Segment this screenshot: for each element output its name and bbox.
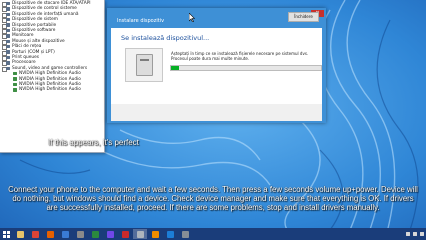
taskbar-app-button[interactable] [28,229,42,239]
device-tree-item[interactable]: NVIDIA High Definition Audio [13,87,81,92]
taskbar-apps [12,229,192,239]
caption-short: If this appears, it's perfect [48,138,139,147]
close-dialog-button[interactable]: Închidere [288,12,319,22]
mouse-icon [6,39,10,44]
device-tree-item[interactable]: Porturi (COM și LPT) [6,50,55,55]
chrome-icon [31,230,39,238]
desktop: Dispozitive de stocare IDE ATA/ATAPI Disp… [0,0,426,240]
app-icon [106,230,114,238]
device-tree-item[interactable]: Dispozitive de control sisteme [6,6,77,11]
progress-fill [171,66,179,70]
app-icon [91,230,99,238]
flag-icon[interactable] [420,232,424,236]
taskbar-app-button[interactable] [88,229,102,239]
system-icon [6,17,10,22]
device-manager-icon [136,230,144,238]
taskbar-app-button[interactable] [73,229,87,239]
start-button[interactable] [0,228,12,240]
dialog-heading: Se instalează dispozitivul... [121,34,210,42]
hid-icon [6,12,10,17]
app-icon [76,230,84,238]
media-icon [61,230,69,238]
volume-icon[interactable] [413,232,417,236]
mouse-cursor-icon [189,13,195,22]
device-tree-label: Dispozitive de control sisteme [12,6,77,12]
taskbar-app-button[interactable] [43,229,57,239]
device-manager-window: Dispozitive de stocare IDE ATA/ATAPI Disp… [0,0,105,153]
port-icon [6,50,10,54]
printer-device-icon [125,48,163,82]
install-progress-bar [170,65,322,71]
device-tree-label: Dispozitive de sistem [12,17,58,23]
device-tree-label: Dispozitive portabile [12,22,57,28]
taskbar-app-button[interactable] [58,229,72,239]
taskbar [0,228,426,240]
app-icon [166,230,174,238]
device-tree-item[interactable]: Dispozitive de sistem [6,17,58,22]
audio-device-icon [13,77,17,81]
cpu-icon [6,61,10,65]
system-tray [406,228,424,240]
monitor-icon [6,34,10,38]
app-icon [151,230,159,238]
device-tree-item[interactable]: Monitoare [6,33,34,38]
taskbar-app-button[interactable] [148,229,162,239]
device-tree-item[interactable]: NVIDIA High Definition Audio [13,71,81,76]
device-tree-label: NVIDIA High Definition Audio [19,71,81,77]
software-icon [6,28,10,33]
device-tree-item[interactable]: Dispozitive portabile [6,23,56,28]
windows-logo-icon [2,230,10,238]
device-tree-item[interactable]: Plăci de rețea [6,44,41,49]
audio-device-icon [13,88,17,92]
network-icon[interactable] [406,232,410,236]
taskbar-app-button[interactable] [133,229,147,239]
storage-icon [6,1,10,6]
sound-icon [6,66,10,71]
controller-icon [6,7,10,11]
audio-device-icon [13,82,17,87]
dialog-footer [111,104,322,121]
device-tree-label: NVIDIA High Definition Audio [19,76,81,82]
device-tree-item[interactable]: Procesoare [6,60,36,65]
caption-instructions: Connect your phone to the computer and w… [8,185,418,213]
taskbar-app-button[interactable] [118,229,132,239]
app-icon [181,230,189,238]
taskbar-app-button[interactable] [163,229,177,239]
network-icon [6,44,10,49]
explorer-icon [16,230,24,238]
taskbar-app-button[interactable] [103,229,117,239]
portable-icon [6,23,10,27]
device-tree-label: NVIDIA High Definition Audio [19,87,81,93]
device-tree-label: Procesoare [12,60,36,66]
firefox-icon [46,230,54,238]
device-tree-item[interactable]: NVIDIA High Definition Audio [13,77,81,82]
device-tree-label: Plăci de rețea [12,44,42,50]
audio-device-icon [13,71,17,76]
device-tree-label: Porturi (COM și LPT) [12,49,55,55]
taskbar-app-button[interactable] [13,229,27,239]
install-device-dialog: Instalare dispozitiv ✕ Se instalează dis… [107,8,326,123]
device-tree-label: Monitoare [12,33,34,39]
app-icon [121,230,129,238]
printer-icon [6,55,10,60]
taskbar-app-button[interactable] [178,229,192,239]
dialog-title: Instalare dispozitiv [117,18,165,24]
dialog-message: Așteptați în timp ce se instalează fișie… [171,51,309,61]
